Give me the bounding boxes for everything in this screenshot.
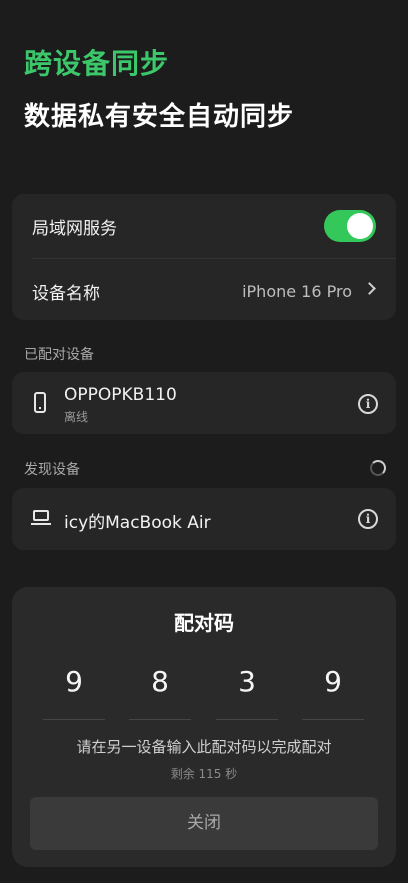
device-name-value: iPhone 16 Pro [242,281,352,301]
discovered-devices-header: 发现设备 [24,462,80,478]
paired-devices-card: OPPOPKB110 离线 i [12,372,396,434]
discovered-device-name: icy的MacBook Air [64,513,211,533]
paired-device-name: OPPOPKB110 [64,385,177,405]
discovered-devices-card: icy的MacBook Air i [12,488,396,550]
info-icon[interactable]: i [358,394,378,414]
close-button[interactable]: 关闭 [30,797,378,850]
toggle-knob [347,213,373,239]
pairing-digit: 3 [238,665,256,698]
sheet-title: 配对码 [174,611,234,635]
paired-device-status: 离线 [64,410,89,424]
lan-service-row: 局域网服务 [12,194,396,258]
lan-service-label: 局域网服务 [32,218,117,239]
pairing-code-sheet: 配对码 9 8 3 9 请在另一设备输入此配对码以完成配对 剩余 115 秒 关… [12,587,396,867]
digit-underline [43,719,105,720]
laptop-icon [31,510,51,528]
lan-service-toggle[interactable] [324,210,376,242]
paired-device-row[interactable]: OPPOPKB110 离线 i [12,372,396,434]
digit-underline [216,719,278,720]
chevron-right-icon [363,282,376,295]
pairing-digit: 8 [151,665,169,698]
settings-card: 局域网服务 设备名称 iPhone 16 Pro [12,194,396,320]
discovered-device-row[interactable]: icy的MacBook Air i [12,488,396,550]
info-icon[interactable]: i [358,509,378,529]
paired-devices-header: 已配对设备 [24,347,94,363]
pairing-hint: 请在另一设备输入此配对码以完成配对 [76,738,332,756]
digit-underline [302,719,364,720]
pairing-digit: 9 [65,665,83,698]
pairing-digit: 9 [324,665,342,698]
loading-spinner-icon [370,460,386,476]
digit-underline [129,719,191,720]
phone-icon [34,392,46,413]
device-name-label: 设备名称 [32,283,100,304]
device-name-row[interactable]: 设备名称 iPhone 16 Pro [12,259,396,323]
page-subtitle: 数据私有安全自动同步 [24,102,295,132]
cross-device-sync-screen: 跨设备同步 数据私有安全自动同步 局域网服务 设备名称 iPhone 16 Pr… [0,0,408,883]
page-title: 跨设备同步 [24,47,170,80]
pairing-timer: 剩余 115 秒 [170,767,238,781]
